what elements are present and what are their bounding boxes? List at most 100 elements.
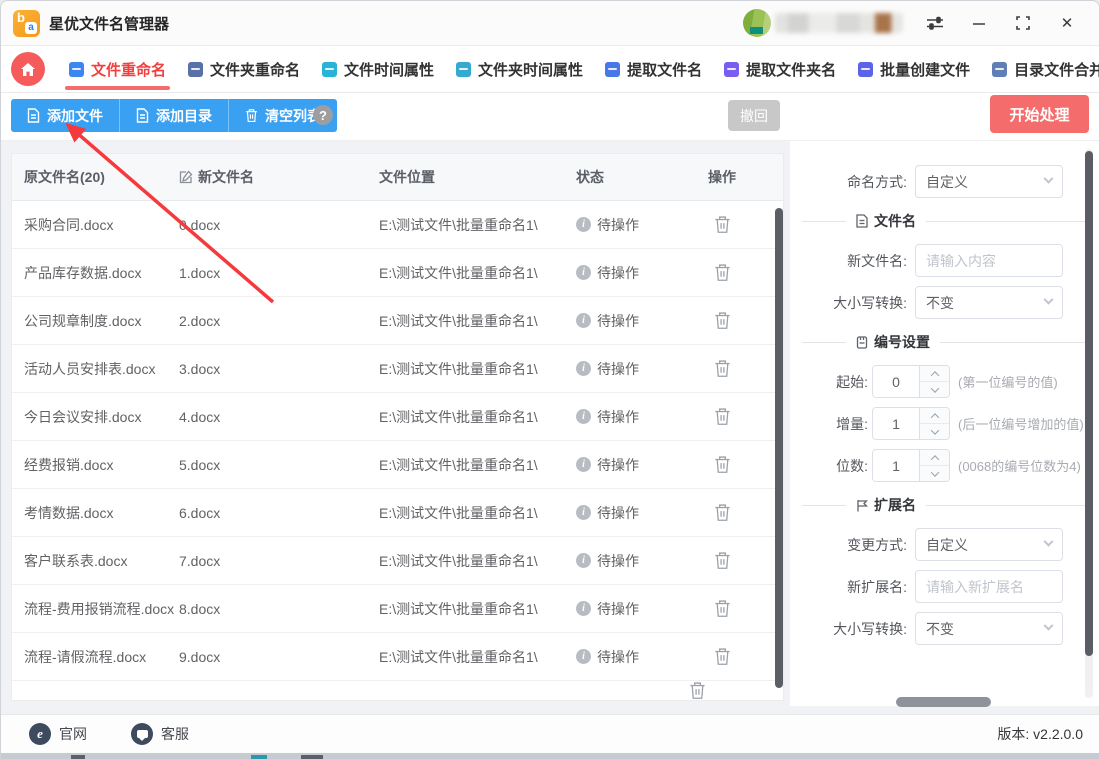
step-down-button[interactable] bbox=[920, 382, 949, 397]
taskbar-sliver bbox=[1, 753, 1099, 760]
naming-method-select[interactable]: 自定义 bbox=[915, 165, 1063, 198]
home-button[interactable] bbox=[11, 52, 45, 86]
status-text: 待操作 bbox=[597, 407, 639, 427]
increment-input[interactable] bbox=[873, 408, 919, 439]
trash-icon bbox=[714, 647, 731, 666]
table-row[interactable]: 今日会议安排.docx 4.docx E:\测试文件\批量重命名1\ i 待操作 bbox=[12, 393, 783, 441]
info-icon: i bbox=[576, 505, 591, 520]
delete-row-button[interactable] bbox=[714, 503, 731, 522]
add-files-button[interactable]: 添加文件 bbox=[11, 99, 120, 132]
table-row[interactable]: 流程-费用报销流程.docx 8.docx E:\测试文件\批量重命名1\ i … bbox=[12, 585, 783, 633]
step-up-button[interactable] bbox=[920, 408, 949, 424]
close-button[interactable]: ✕ bbox=[1049, 7, 1085, 39]
trash-icon[interactable] bbox=[689, 681, 706, 700]
tab[interactable]: 提取文件夹名 bbox=[714, 46, 846, 92]
change-method-select[interactable]: 自定义 bbox=[915, 528, 1063, 561]
tab[interactable]: 文件时间属性 bbox=[312, 46, 444, 92]
table-row[interactable]: 活动人员安排表.docx 3.docx E:\测试文件\批量重命名1\ i 待操… bbox=[12, 345, 783, 393]
delete-row-button[interactable] bbox=[714, 215, 731, 234]
start-number-stepper[interactable] bbox=[872, 365, 950, 398]
start-number-hint: (第一位编号的值) bbox=[958, 372, 1058, 391]
delete-row-button[interactable] bbox=[714, 647, 731, 666]
info-icon: i bbox=[576, 601, 591, 616]
table-row[interactable]: 流程-请假流程.docx 9.docx E:\测试文件\批量重命名1\ i 待操… bbox=[12, 633, 783, 681]
column-actions: 操作 bbox=[689, 167, 755, 187]
column-location: 文件位置 bbox=[379, 167, 576, 187]
table-row[interactable]: 客户联系表.docx 7.docx E:\测试文件\批量重命名1\ i 待操作 bbox=[12, 537, 783, 585]
tab-list: 文件重命名 文件夹重命名 文件时间属性 文件夹时间属性 提取文件名 提取文件夹名… bbox=[59, 46, 1100, 92]
delete-row-button[interactable] bbox=[714, 455, 731, 474]
case-convert-select[interactable]: 不变 bbox=[915, 286, 1063, 319]
tab[interactable]: 文件夹重命名 bbox=[178, 46, 310, 92]
trash-icon bbox=[714, 359, 731, 378]
info-icon: i bbox=[576, 553, 591, 568]
cell-status: i 待操作 bbox=[576, 215, 689, 235]
help-icon[interactable]: ? bbox=[313, 105, 333, 125]
ext-case-convert-select[interactable]: 不变 bbox=[915, 612, 1063, 645]
toolbar: 添加文件 添加目录 清空列表 ? 撤回 开始处理 bbox=[1, 93, 1099, 141]
cell-original-name: 考情数据.docx bbox=[24, 503, 179, 523]
tab[interactable]: 文件重命名 bbox=[59, 46, 176, 92]
table-row[interactable]: 公司规章制度.docx 2.docx E:\测试文件\批量重命名1\ i 待操作 bbox=[12, 297, 783, 345]
cell-actions bbox=[689, 215, 755, 234]
user-account[interactable] bbox=[743, 8, 909, 38]
table-row-clipped bbox=[12, 681, 783, 701]
status-text: 待操作 bbox=[597, 647, 639, 667]
version-text: 版本: v2.2.0.0 bbox=[997, 724, 1083, 744]
change-method-label: 变更方式: bbox=[802, 535, 907, 555]
new-extension-input[interactable] bbox=[915, 570, 1063, 603]
step-up-button[interactable] bbox=[920, 450, 949, 466]
cell-status: i 待操作 bbox=[576, 551, 689, 571]
stack-icon bbox=[858, 62, 873, 77]
tab[interactable]: 批量创建文件 bbox=[848, 46, 980, 92]
table-row[interactable]: 产品库存数据.docx 1.docx E:\测试文件\批量重命名1\ i 待操作 bbox=[12, 249, 783, 297]
tab[interactable]: 提取文件名 bbox=[595, 46, 712, 92]
undo-button[interactable]: 撤回 bbox=[728, 100, 780, 131]
step-up-button[interactable] bbox=[920, 366, 949, 382]
cell-actions bbox=[689, 647, 755, 666]
cell-original-name: 活动人员安排表.docx bbox=[24, 359, 179, 379]
app-window: b a 星优文件名管理器 ✕ bbox=[0, 0, 1100, 760]
start-processing-button[interactable]: 开始处理 bbox=[990, 95, 1089, 133]
tab[interactable]: 文件夹时间属性 bbox=[446, 46, 593, 92]
delete-row-button[interactable] bbox=[714, 407, 731, 426]
cell-actions bbox=[689, 311, 755, 330]
delete-row-button[interactable] bbox=[714, 311, 731, 330]
website-link[interactable]: e 官网 bbox=[29, 723, 87, 745]
cell-status: i 待操作 bbox=[576, 599, 689, 619]
trash-icon bbox=[714, 551, 731, 570]
start-number-input[interactable] bbox=[873, 366, 919, 397]
panel-scrollbar-horizontal[interactable] bbox=[896, 697, 991, 707]
support-link[interactable]: 客服 bbox=[131, 723, 189, 745]
panel-scrollbar-vertical[interactable] bbox=[790, 141, 798, 706]
website-icon: e bbox=[29, 723, 51, 745]
case-convert-label: 大小写转换: bbox=[802, 293, 907, 313]
add-directory-button[interactable]: 添加目录 bbox=[120, 99, 229, 132]
table-row[interactable]: 经费报销.docx 5.docx E:\测试文件\批量重命名1\ i 待操作 bbox=[12, 441, 783, 489]
cell-location: E:\测试文件\批量重命名1\ bbox=[379, 215, 576, 235]
digits-input[interactable] bbox=[873, 450, 919, 481]
document-icon bbox=[856, 214, 868, 228]
new-filename-input[interactable] bbox=[915, 244, 1063, 277]
settings-sliders-icon[interactable] bbox=[917, 7, 953, 39]
delete-row-button[interactable] bbox=[714, 359, 731, 378]
maximize-button[interactable] bbox=[1005, 7, 1041, 39]
trash-icon bbox=[714, 503, 731, 522]
increment-stepper[interactable] bbox=[872, 407, 950, 440]
digits-stepper[interactable] bbox=[872, 449, 950, 482]
delete-row-button[interactable] bbox=[714, 599, 731, 618]
table-scrollbar[interactable] bbox=[775, 204, 783, 700]
minimize-button[interactable] bbox=[961, 7, 997, 39]
cell-status: i 待操作 bbox=[576, 455, 689, 475]
step-down-button[interactable] bbox=[920, 424, 949, 439]
table-row[interactable]: 考情数据.docx 6.docx E:\测试文件\批量重命名1\ i 待操作 bbox=[12, 489, 783, 537]
increment-label: 增量: bbox=[802, 414, 868, 434]
tab-label: 文件夹重命名 bbox=[210, 59, 300, 80]
tab[interactable]: 目录文件合并/提取 bbox=[982, 46, 1100, 92]
delete-row-button[interactable] bbox=[714, 263, 731, 282]
chevron-down-icon bbox=[1044, 621, 1054, 631]
delete-row-button[interactable] bbox=[714, 551, 731, 570]
step-down-button[interactable] bbox=[920, 466, 949, 481]
table-row[interactable]: 采购合同.docx 0.docx E:\测试文件\批量重命名1\ i 待操作 bbox=[12, 201, 783, 249]
trash-icon bbox=[714, 599, 731, 618]
